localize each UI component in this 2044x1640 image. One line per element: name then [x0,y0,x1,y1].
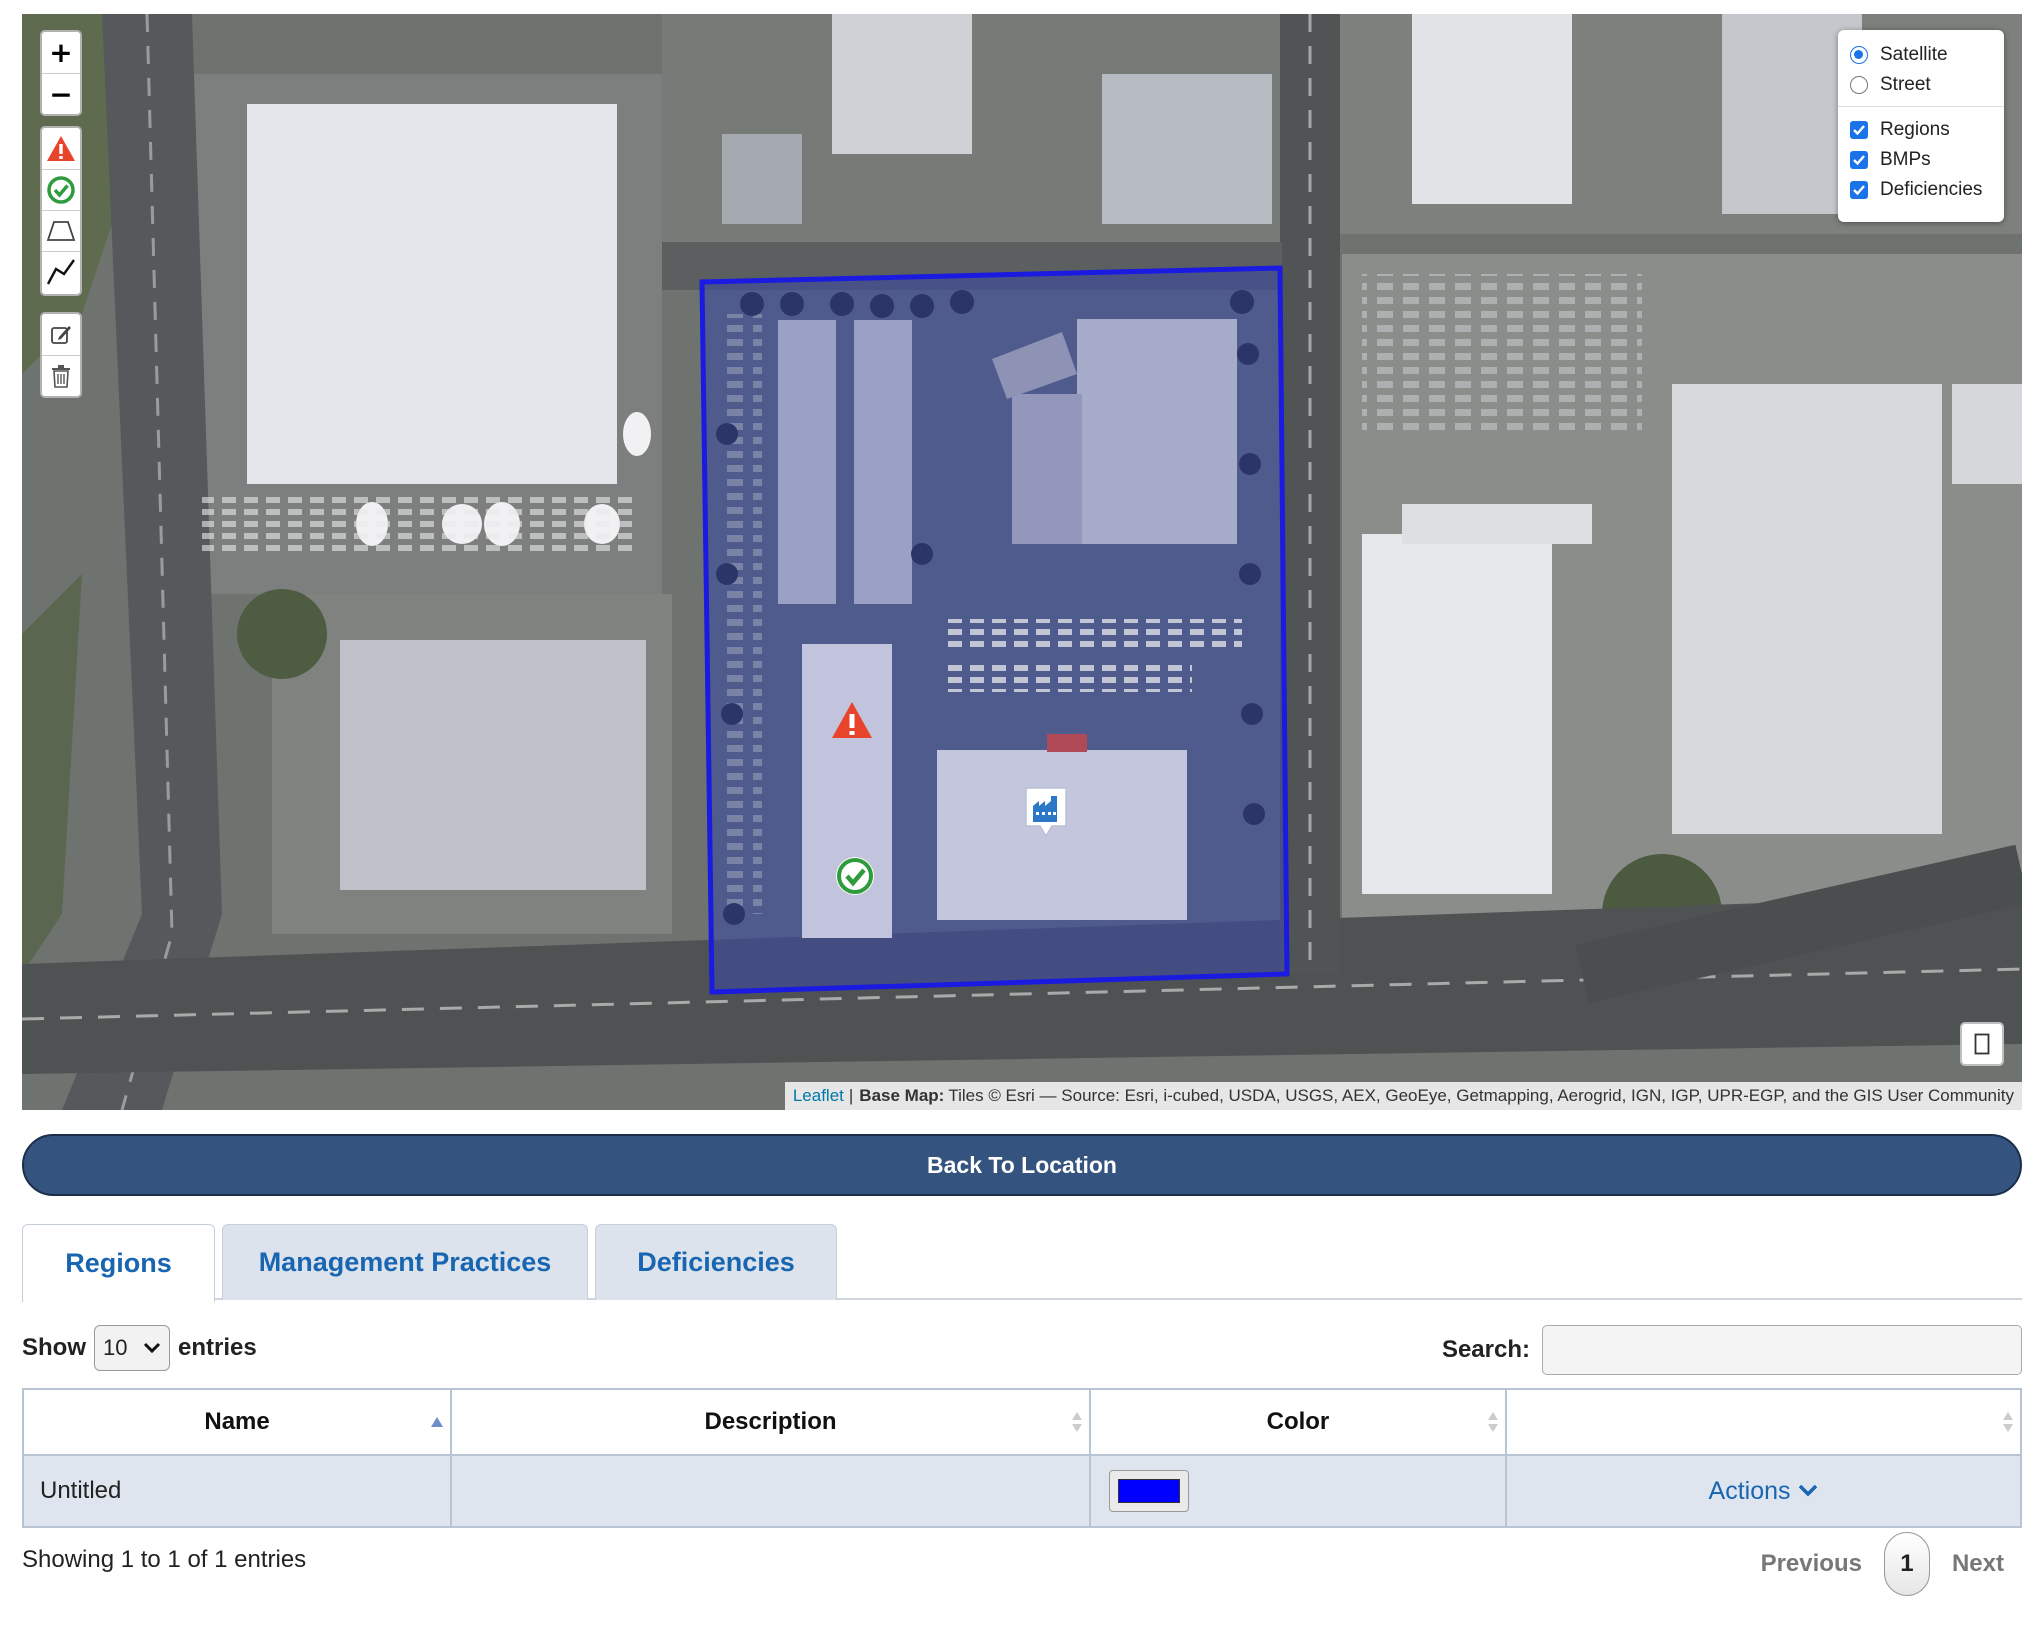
polyline-icon [46,259,75,285]
back-to-location-button[interactable]: Back To Location [22,1134,2022,1196]
base-layer-satellite[interactable]: Satellite [1850,40,1992,70]
color-header-label: Color [1266,1408,1330,1435]
row-name: Untitled [24,1456,453,1526]
satellite-imagery [22,14,2022,1110]
name-header-label: Name [204,1408,270,1435]
zoom-control: + − [40,30,82,116]
table-header: Name Description Color [24,1390,2020,1454]
attribution-separator: | [848,1086,854,1105]
column-header-name[interactable]: Name [24,1390,453,1454]
draw-toolbar [40,126,82,296]
table-row: Untitled Actions [24,1454,2020,1526]
entries-select[interactable]: 10 [94,1325,170,1371]
fullscreen-button[interactable] [1960,1022,2004,1066]
checkmark-icon [1853,155,1865,166]
edit-icon [51,325,71,344]
overlay-deficiencies[interactable]: Deficiencies [1850,175,1992,205]
row-actions-cell: Actions [1507,1456,2020,1526]
street-radio[interactable] [1850,76,1868,94]
bmps-label: BMPs [1880,149,1931,170]
sort-both-icon [2002,1411,2014,1433]
attribution-text: Tiles © Esri — Source: Esri, i-cubed, US… [948,1086,2014,1105]
search-label: Search: [1441,1336,1530,1363]
table-search: Search: [1442,1324,2022,1376]
warning-marker-icon [47,135,75,161]
attribution-label: Base Map: [859,1086,945,1105]
pagination: Previous 1 Next [1743,1532,2022,1596]
sort-both-icon [1487,1411,1499,1433]
edit-toolbar [40,312,82,398]
map-view[interactable]: + − Satellite Street Regions BMPs Defici… [22,14,2022,1110]
page-1-button[interactable]: 1 [1883,1532,1930,1596]
regions-checkbox[interactable] [1850,121,1868,139]
satellite-radio[interactable] [1850,46,1868,64]
overlay-bmps[interactable]: BMPs [1850,145,1992,175]
entries-label: entries [178,1334,257,1361]
polygon-icon [46,221,76,241]
chevron-down-icon [1798,1484,1817,1497]
bmp-marker [836,857,874,895]
trash-icon [52,365,70,388]
leaflet-link[interactable]: Leaflet [793,1086,844,1106]
map-attribution: Leaflet | Base Map: Tiles © Esri — Sourc… [784,1082,2022,1110]
draw-deficiency-marker-button[interactable] [42,128,80,169]
zoom-in-button[interactable]: + [42,32,80,73]
draw-polyline-button[interactable] [42,251,80,292]
layers-separator [1838,106,2004,107]
satellite-label: Satellite [1880,44,1948,65]
color-swatch-frame [1108,1470,1189,1512]
delete-layers-button[interactable] [42,355,80,396]
deficiencies-label: Deficiencies [1880,179,1983,200]
color-swatch [1117,1479,1180,1503]
chevron-down-icon [143,1342,161,1354]
row-description [452,1456,1091,1526]
show-label: Show [22,1334,86,1361]
column-header-description[interactable]: Description [452,1390,1091,1454]
zoom-out-button[interactable]: − [42,73,80,114]
description-header-label: Description [704,1408,837,1435]
previous-page-button[interactable]: Previous [1743,1550,1880,1578]
next-page-button[interactable]: Next [1934,1550,2022,1578]
edit-layers-button[interactable] [42,314,80,355]
sort-ascending-icon [430,1416,444,1428]
base-layer-street[interactable]: Street [1850,70,1992,100]
column-header-color[interactable]: Color [1091,1390,1508,1454]
fullscreen-icon [1974,1033,1990,1055]
search-input[interactable] [1542,1325,2022,1375]
sort-both-icon [1071,1411,1083,1433]
draw-bmp-marker-button[interactable] [42,169,80,210]
regions-table: Name Description Color Untitled Actions [22,1388,2022,1528]
deficiencies-checkbox[interactable] [1850,181,1868,199]
tab-deficiencies[interactable]: Deficiencies [595,1224,837,1300]
overlay-regions[interactable]: Regions [1850,115,1992,145]
table-info: Showing 1 to 1 of 1 entries [22,1546,307,1573]
entries-value: 10 [103,1335,128,1360]
actions-label: Actions [1708,1476,1791,1505]
check-marker-icon [47,176,75,204]
tab-bar: Regions Management Practices Deficiencie… [22,1224,2022,1302]
tab-management-practices[interactable]: Management Practices [222,1224,588,1300]
column-header-actions[interactable] [1507,1390,2020,1454]
checkmark-icon [1853,125,1865,136]
row-color [1091,1456,1508,1526]
draw-polygon-button[interactable] [42,210,80,251]
tab-regions[interactable]: Regions [22,1224,215,1302]
entries-length: Show 10 entries [22,1324,257,1372]
checkmark-icon [1853,185,1865,196]
layers-control: Satellite Street Regions BMPs Deficienci… [1838,30,2004,222]
street-label: Street [1880,74,1931,95]
bmps-checkbox[interactable] [1850,151,1868,169]
regions-label: Regions [1880,119,1950,140]
actions-dropdown[interactable]: Actions [1507,1477,2020,1506]
